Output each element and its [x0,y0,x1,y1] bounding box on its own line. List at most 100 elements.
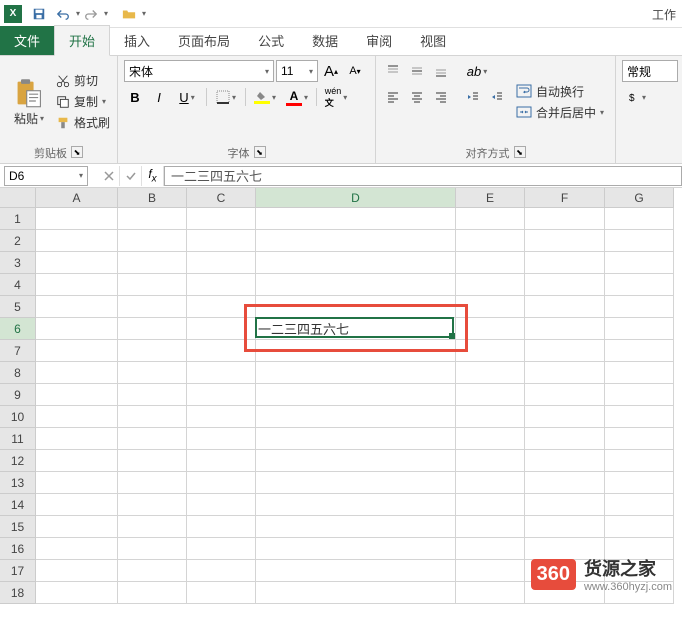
cell[interactable] [605,340,674,362]
merge-center-button[interactable]: 合并后居中▾ [516,104,604,121]
align-bottom-button[interactable] [430,60,452,82]
cell[interactable] [36,296,118,318]
cell[interactable] [456,428,525,450]
cell[interactable] [605,318,674,340]
cell[interactable] [187,274,256,296]
cell[interactable] [36,538,118,560]
borders-button[interactable]: ▾ [211,86,241,108]
row-header[interactable]: 5 [0,296,36,318]
cell[interactable] [118,582,187,604]
cell[interactable] [256,428,456,450]
cell[interactable] [256,208,456,230]
cell[interactable] [456,340,525,362]
cell[interactable] [256,516,456,538]
cell[interactable] [256,362,456,384]
cell[interactable] [36,340,118,362]
cell[interactable] [118,406,187,428]
cell[interactable] [118,384,187,406]
cell[interactable] [525,274,605,296]
cell[interactable] [187,318,256,340]
cell[interactable] [118,516,187,538]
font-launcher[interactable]: ⬊ [254,146,266,158]
column-header[interactable]: B [118,188,187,208]
cell[interactable] [36,384,118,406]
qat-save-button[interactable] [28,3,50,25]
row-header[interactable]: 17 [0,560,36,582]
spreadsheet-grid[interactable]: ABCDEFG123456789101112131415161718一二三四五六… [0,188,682,604]
cell[interactable] [36,362,118,384]
cancel-formula-button[interactable] [98,166,120,186]
cell[interactable] [256,406,456,428]
cell[interactable] [118,362,187,384]
cell[interactable] [605,252,674,274]
cell[interactable] [187,538,256,560]
cell[interactable] [456,362,525,384]
cell[interactable] [525,208,605,230]
cell[interactable] [525,384,605,406]
cell[interactable] [456,406,525,428]
font-size-select[interactable]: 11▾ [276,60,318,82]
cell[interactable] [36,252,118,274]
cell[interactable] [187,516,256,538]
paste-icon[interactable] [14,76,44,110]
formula-input[interactable]: 一二三四五六七 [164,166,682,186]
tab-file[interactable]: 文件 [0,26,54,55]
cell[interactable] [36,450,118,472]
cell[interactable] [605,230,674,252]
row-header[interactable]: 4 [0,274,36,296]
insert-function-button[interactable]: fx [142,166,164,186]
decrease-font-button[interactable]: A▾ [344,60,366,82]
qat-redo-button[interactable] [80,3,102,25]
row-header[interactable]: 9 [0,384,36,406]
cell[interactable] [36,318,118,340]
row-header[interactable]: 15 [0,516,36,538]
increase-indent-button[interactable] [486,86,508,108]
column-header[interactable]: C [187,188,256,208]
cell[interactable] [605,472,674,494]
row-header[interactable]: 12 [0,450,36,472]
row-header[interactable]: 7 [0,340,36,362]
cell[interactable] [36,230,118,252]
open-dropdown-icon[interactable]: ▾ [142,9,146,18]
cell[interactable] [187,340,256,362]
select-all-corner[interactable] [0,188,36,208]
row-header[interactable]: 6 [0,318,36,340]
cell[interactable] [118,252,187,274]
cell[interactable] [187,582,256,604]
cell[interactable] [187,252,256,274]
increase-font-button[interactable]: A▴ [320,60,342,82]
cell[interactable] [36,560,118,582]
column-header[interactable]: D [256,188,456,208]
cell[interactable] [36,516,118,538]
cell[interactable] [525,252,605,274]
cell[interactable] [118,450,187,472]
cell[interactable] [456,384,525,406]
align-left-button[interactable] [382,86,404,108]
tab-formulas[interactable]: 公式 [244,26,298,55]
row-header[interactable]: 16 [0,538,36,560]
copy-button[interactable]: 复制▾ [56,93,110,110]
cell[interactable] [187,472,256,494]
cell[interactable] [187,362,256,384]
bold-button[interactable]: B [124,86,146,108]
cell[interactable] [605,274,674,296]
fill-color-button[interactable]: ▾ [250,86,280,108]
cell[interactable] [605,450,674,472]
column-header[interactable]: E [456,188,525,208]
cut-button[interactable]: 剪切 [56,72,110,89]
cell[interactable] [187,384,256,406]
cell[interactable] [456,318,525,340]
cell[interactable] [456,516,525,538]
cell[interactable] [256,252,456,274]
align-middle-button[interactable] [406,60,428,82]
cell[interactable] [36,582,118,604]
cell[interactable] [456,472,525,494]
row-header[interactable]: 18 [0,582,36,604]
cell[interactable] [525,230,605,252]
cell[interactable] [256,582,456,604]
cell[interactable] [118,538,187,560]
row-header[interactable]: 3 [0,252,36,274]
cell[interactable] [256,230,456,252]
cell[interactable] [118,230,187,252]
cell[interactable] [256,472,456,494]
